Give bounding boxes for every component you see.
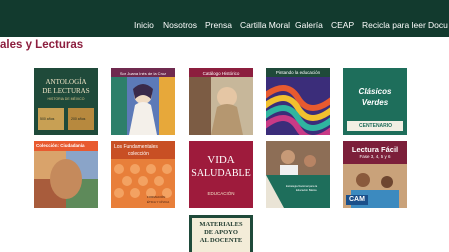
book-pintando-la-educacion[interactable]: Pintando la educación <box>266 68 330 135</box>
book-sor-juana[interactable]: Sor Juana Inés de la Cruz <box>111 68 175 135</box>
book-title-line1: MATERIALES <box>199 221 243 228</box>
nav-nosotros[interactable]: Nosotros <box>163 20 197 30</box>
page-title: ales y Lecturas <box>0 39 84 51</box>
book-cover-illustration <box>266 68 330 135</box>
book-title-line2: Fase 3, 4, 5 y 6 <box>359 154 391 159</box>
book-title: Colección: Ciudadanía <box>36 143 85 148</box>
book-title-line1: ANTOLOGÍA <box>45 78 87 86</box>
main-nav: Inicio Nosotros Prensa Cartilla Moral Ga… <box>0 0 449 37</box>
nav-inicio[interactable]: Inicio <box>134 20 154 30</box>
nav-prensa[interactable]: Prensa <box>205 20 232 30</box>
book-clasicos-verdes[interactable]: Clásicos Verdes CENTENARIO <box>343 68 407 135</box>
book-subtitle: EDUCACIÓN <box>207 191 235 196</box>
book-title-line3: AL DOCENTE <box>199 237 243 244</box>
nav-galeria[interactable]: Galería <box>295 20 323 30</box>
nav-ceap[interactable]: CEAP <box>331 20 354 30</box>
book-badge-right: 200 años <box>71 117 86 121</box>
book-title-line2: colección <box>128 151 149 157</box>
book-caption-line2: Educación Básica <box>296 189 317 192</box>
book-title-line2: DE APOYO <box>204 229 238 236</box>
cam-logo: CAM <box>349 196 365 203</box>
book-title: Catálogo Histórico <box>202 71 240 76</box>
book-title: Pintando la educación <box>275 70 321 75</box>
book-estrategia-nacional[interactable]: Estrategia Nacional para la Educación Bá… <box>266 141 330 208</box>
book-badge-left: 500 años <box>40 117 55 121</box>
book-title-line1: Los Fundamentales <box>114 144 158 150</box>
book-title-line2: DE LECTURAS <box>42 87 90 95</box>
book-lectura-facil[interactable]: Lectura Fácil Fase 3, 4, 5 y 6 CAM <box>343 141 407 208</box>
nav-documentos[interactable]: Docu <box>428 20 448 30</box>
book-catalogo-historico[interactable]: Catálogo Histórico <box>189 68 253 135</box>
book-vida-saludable[interactable]: VIDA SALUDABLE EDUCACIÓN <box>189 141 253 208</box>
book-footer-line2: ÉTICA Y CÍVICA <box>147 200 170 204</box>
book-cover-illustration <box>34 141 98 208</box>
book-antologia-de-lecturas[interactable]: ANTOLOGÍA DE LECTURAS HISTORIA DE MÉXICO… <box>34 68 98 135</box>
book-materiales-de-apoyo[interactable]: MATERIALES DE APOYO AL DOCENTE <box>189 215 253 252</box>
nav-cartilla-moral[interactable]: Cartilla Moral <box>240 20 290 30</box>
book-title-line1: VIDA <box>207 154 235 166</box>
nav-recicla-para-leer[interactable]: Recicla para leer <box>362 20 426 30</box>
book-subtitle: HISTORIA DE MÉXICO <box>47 97 85 101</box>
book-cover-photo <box>266 141 330 208</box>
book-coleccion-ciudadania[interactable]: Colección: Ciudadanía <box>34 141 98 208</box>
book-footer-line1: FORMACIÓN <box>147 195 166 199</box>
book-badge: CENTENARIO <box>359 123 393 129</box>
book-title-line1: Clásicos <box>358 87 392 96</box>
book-cover-illustration <box>111 77 175 135</box>
book-title-line2: Verdes <box>361 98 389 107</box>
book-caption-line1: Estrategia Nacional para la <box>286 185 318 188</box>
book-title-line2: SALUDABLE <box>191 168 251 179</box>
book-los-fundamentales[interactable]: Los Fundamentales colección FORMACIÓN ÉT… <box>111 141 175 208</box>
book-title-line1: Lectura Fácil <box>351 145 399 154</box>
book-cover-illustration <box>189 77 253 135</box>
book-title: Sor Juana Inés de la Cruz <box>119 71 167 76</box>
